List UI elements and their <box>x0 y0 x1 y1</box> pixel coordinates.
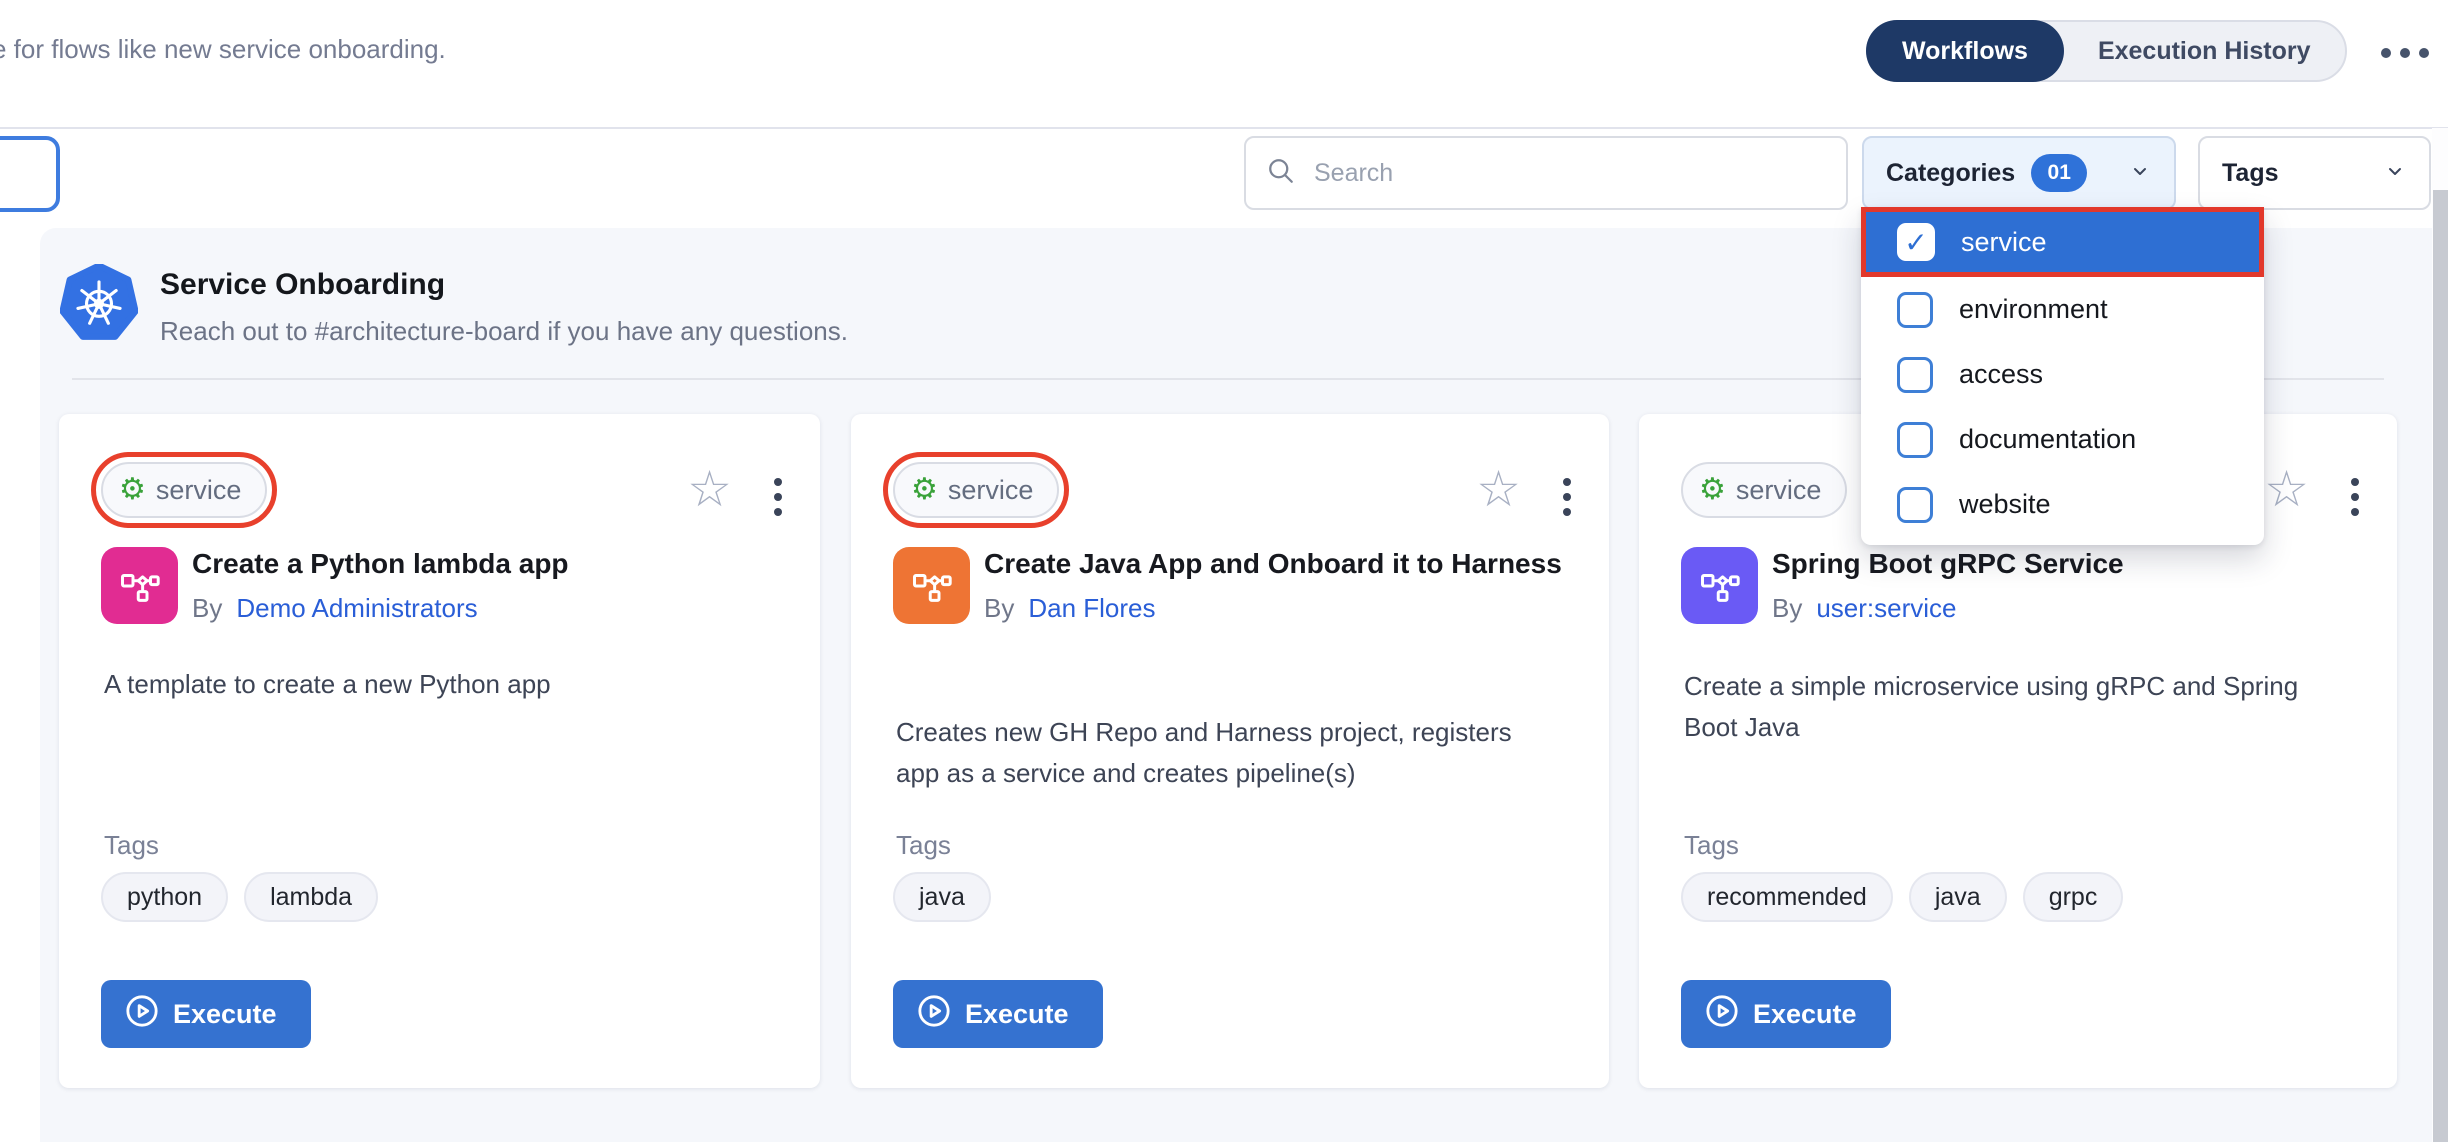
card-title: Spring Boot gRPC Service <box>1772 542 2352 586</box>
category-chip-annotation: ⚙ service <box>91 452 277 528</box>
categories-filter-button[interactable]: Categories 01 <box>1862 136 2176 210</box>
tags-section-label: Tags <box>1684 830 1739 861</box>
category-chip-annotation: ⚙ service <box>883 452 1069 528</box>
view-toggle: Workflows Execution History <box>1866 20 2347 82</box>
chevron-down-icon <box>2128 159 2152 188</box>
tag-pill: python <box>101 872 228 922</box>
search-icon <box>1266 156 1296 191</box>
tab-execution-history[interactable]: Execution History <box>2064 22 2345 80</box>
author-link[interactable]: Demo Administrators <box>236 593 477 624</box>
search-box[interactable] <box>1244 136 1848 210</box>
tags-section-label: Tags <box>896 830 951 861</box>
by-label: By <box>192 593 222 624</box>
category-chip: ⚙ service <box>893 462 1059 518</box>
gear-icon: ⚙ <box>1699 475 1726 505</box>
by-label: By <box>1772 593 1802 624</box>
tag-pill: lambda <box>244 872 378 922</box>
checkbox-icon[interactable] <box>1897 357 1933 393</box>
execute-button[interactable]: Execute <box>893 980 1103 1048</box>
checkbox-icon[interactable] <box>1897 292 1933 328</box>
tag-pill: recommended <box>1681 872 1893 922</box>
tag-pill: grpc <box>2023 872 2124 922</box>
execute-button[interactable]: Execute <box>101 980 311 1048</box>
workflow-card: ⚙ service ☆ Create a Python lambda app B… <box>59 414 820 1088</box>
page-subtitle-partial: e for flows like new service onboarding. <box>0 34 446 65</box>
category-chip-wrap: ⚙ service <box>1671 452 1857 528</box>
workflow-card: ⚙ service ☆ Create Java App and Onboard … <box>851 414 1609 1088</box>
author-link[interactable]: user:service <box>1816 593 1956 624</box>
tags-label: Tags <box>2222 159 2279 188</box>
favorite-star-icon[interactable]: ☆ <box>2264 464 2309 514</box>
card-description: A template to create a new Python app <box>104 664 764 705</box>
author-link[interactable]: Dan Flores <box>1028 593 1155 624</box>
section-title: Service Onboarding <box>160 268 445 302</box>
category-chip: ⚙ service <box>1681 462 1847 518</box>
checkbox-icon[interactable] <box>1897 487 1933 523</box>
favorite-star-icon[interactable]: ☆ <box>687 464 732 514</box>
workflow-icon <box>101 547 178 624</box>
play-icon <box>125 994 159 1035</box>
tags-filter-button[interactable]: Tags <box>2198 136 2431 210</box>
more-options-icon[interactable] <box>2381 48 2429 58</box>
dropdown-option-environment[interactable]: environment <box>1861 277 2264 342</box>
favorite-star-icon[interactable]: ☆ <box>1476 464 1521 514</box>
card-menu-icon[interactable] <box>1563 478 1571 516</box>
gear-icon: ⚙ <box>119 475 146 505</box>
play-icon <box>1705 994 1739 1035</box>
execute-button[interactable]: Execute <box>1681 980 1891 1048</box>
clipped-left-button[interactable] <box>0 136 60 212</box>
scrollbar-thumb[interactable] <box>2433 190 2448 1142</box>
section-subtitle: Reach out to #architecture-board if you … <box>160 316 848 347</box>
card-menu-icon[interactable] <box>2351 478 2359 516</box>
workflow-icon <box>1681 547 1758 624</box>
play-icon <box>917 994 951 1035</box>
checkbox-checked-icon[interactable]: ✓ <box>1897 223 1935 261</box>
tag-pill: java <box>893 872 991 922</box>
dropdown-option-access[interactable]: access <box>1861 342 2264 407</box>
kubernetes-icon <box>60 264 138 347</box>
card-description: Create a simple microservice using gRPC … <box>1684 666 2304 748</box>
card-menu-icon[interactable] <box>774 478 782 516</box>
category-chip: ⚙ service <box>101 462 267 518</box>
tags-section-label: Tags <box>104 830 159 861</box>
card-title: Create Java App and Onboard it to Harnes… <box>984 542 1564 586</box>
gear-icon: ⚙ <box>911 475 938 505</box>
by-label: By <box>984 593 1014 624</box>
dropdown-option-documentation[interactable]: documentation <box>1861 407 2264 472</box>
header-divider <box>0 127 2448 129</box>
dropdown-option-service[interactable]: ✓ service <box>1861 207 2264 277</box>
categories-count-badge: 01 <box>2031 154 2087 192</box>
workflow-icon <box>893 547 970 624</box>
categories-dropdown: ✓ service environment access documentati… <box>1861 207 2264 545</box>
categories-label: Categories <box>1886 159 2015 188</box>
checkbox-icon[interactable] <box>1897 422 1933 458</box>
workflows-page: e for flows like new service onboarding.… <box>0 0 2448 1142</box>
card-title: Create a Python lambda app <box>192 542 772 586</box>
search-input[interactable] <box>1312 158 1826 189</box>
chevron-down-icon <box>2383 159 2407 188</box>
tab-workflows[interactable]: Workflows <box>1866 20 2064 82</box>
dropdown-option-website[interactable]: website <box>1861 472 2264 537</box>
tag-pill: java <box>1909 872 2007 922</box>
card-description: Creates new GH Repo and Harness project,… <box>896 712 1556 794</box>
